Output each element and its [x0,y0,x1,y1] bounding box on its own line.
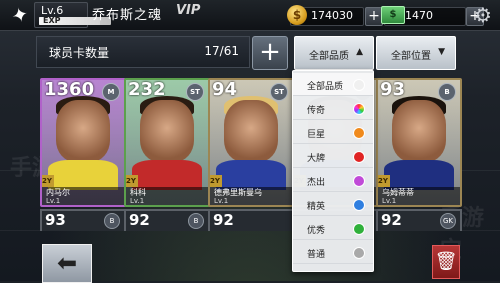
quality-filter-dropdown[interactable]: 全部品质 ▲ [294,36,374,70]
card-count-bar: 球员卡数量 17/61 [36,36,250,68]
quality-option[interactable]: 优秀 [293,217,373,240]
position-filter-label: 全部位置 [391,51,431,62]
player-card[interactable]: 1360 M 2Y 内马尔 Lv.1 [40,78,126,207]
quality-color-dot-icon [353,247,365,259]
player-rating: 93 [380,79,406,100]
player-card-partial[interactable]: 92 [208,209,294,231]
coin-icon: $ [287,5,307,25]
player-card-partial[interactable]: 92 GK [376,209,462,231]
player-rating: 94 [212,79,238,100]
quality-color-dot-icon [353,103,365,115]
player-shirt [216,160,286,190]
back-arrow-icon[interactable]: ⬅ [42,244,92,283]
coins-value: 174030 [311,9,353,22]
player-level: Lv.1 [214,197,229,205]
coins-counter: $ 174030 [287,5,364,26]
quality-option[interactable]: 传奇 [293,97,373,120]
quality-option[interactable]: 普通 [293,241,373,264]
quality-color-dot-icon [353,127,365,139]
card-count-value: 17/61 [204,44,239,58]
quality-color-dot-icon [353,79,365,91]
quality-option-label: 杰出 [307,178,326,188]
cash-value: 1470 [405,9,433,22]
player-card[interactable]: 94 ST 2Y 德弗里斯曼乌 Lv.1 [208,78,294,207]
player-shirt [384,160,454,190]
card-ribbon: 2Y [126,175,138,187]
player-shirt [132,160,202,190]
quality-color-dot-icon [353,175,365,187]
exp-label: EXP [43,17,61,25]
player-rating: 92 [129,211,150,229]
card-ribbon: 2Y [210,175,222,187]
quality-option[interactable]: 巨星 [293,121,373,144]
cash-counter: $ 1470 [381,6,466,26]
player-portrait [392,100,446,162]
club-name: 乔布斯之魂 [92,8,163,23]
quality-option[interactable]: 全部品质 [293,73,373,96]
player-card[interactable]: 232 ST 2Y 科科 Lv.1 [124,78,210,207]
player-rating: 232 [128,79,166,100]
caret-up-icon: ▲ [356,47,363,57]
caret-down-icon: ▼ [438,47,445,57]
player-portrait [56,100,110,162]
player-position-badge: B [438,83,456,101]
settings-icon[interactable]: ⚙ [469,3,497,27]
player-rating: 93 [45,211,66,229]
player-position-badge: B [104,213,120,229]
top-bar: ✦ Lv.6 EXP 乔布斯之魂 VIP $ 174030 + $ 1470 +… [0,0,500,31]
quality-color-dot-icon [353,151,365,163]
player-card-partial[interactable]: 92 B [124,209,210,231]
quality-option-label: 优秀 [307,226,326,236]
quality-filter-menu: 全部品质传奇巨星大牌杰出精英优秀普通 [292,70,374,272]
player-position-badge: M [102,83,120,101]
player-position-badge: GK [440,213,456,229]
player-portrait [224,100,278,162]
quality-option-label: 巨星 [307,130,326,140]
quality-option-label: 精英 [307,202,326,212]
level-box: Lv.6 EXP [34,2,111,28]
quality-option-label: 全部品质 [307,82,344,92]
player-rating: 92 [213,211,234,229]
player-rating: 1360 [44,79,95,100]
player-rating: 92 [381,211,402,229]
level-label: Lv.6 [41,4,64,17]
quality-option[interactable]: 大牌 [293,145,373,168]
vip-badge[interactable]: VIP [176,3,200,18]
card-count-title: 球员卡数量 [49,46,110,60]
player-card-partial[interactable]: 93 B [40,209,126,231]
quality-option[interactable]: 杰出 [293,169,373,192]
player-shirt [48,160,118,190]
quality-option-label: 大牌 [307,154,326,164]
quality-option[interactable]: 精英 [293,193,373,216]
player-position-badge: B [188,213,204,229]
swan-logo-icon: ✦ [8,1,32,29]
player-level: Lv.1 [130,197,145,205]
trash-icon[interactable]: 🗑 [432,245,460,279]
add-card-slot-button[interactable]: + [252,36,288,70]
player-level: Lv.1 [46,197,61,205]
player-card-grid: 1360 M 2Y 内马尔 Lv.1 232 ST 2Y 科科 Lv.1 94 ST 2Y 德弗里斯曼乌 L… [40,78,462,231]
player-position-badge: ST [186,83,204,101]
player-level: Lv.1 [382,197,397,205]
player-position-badge: ST [270,83,288,101]
card-ribbon: 2Y [42,175,54,187]
position-filter-dropdown[interactable]: 全部位置 ▼ [376,36,456,70]
player-portrait [140,100,194,162]
cash-icon: $ [381,6,405,24]
card-ribbon: 2Y [378,175,390,187]
player-card[interactable]: 93 B 2Y 乌姆蒂蒂 Lv.1 [376,78,462,207]
quality-color-dot-icon [353,223,365,235]
quality-filter-label: 全部品质 [309,51,349,62]
quality-color-dot-icon [353,199,365,211]
quality-option-label: 普通 [307,250,326,260]
quality-option-label: 传奇 [307,106,326,116]
